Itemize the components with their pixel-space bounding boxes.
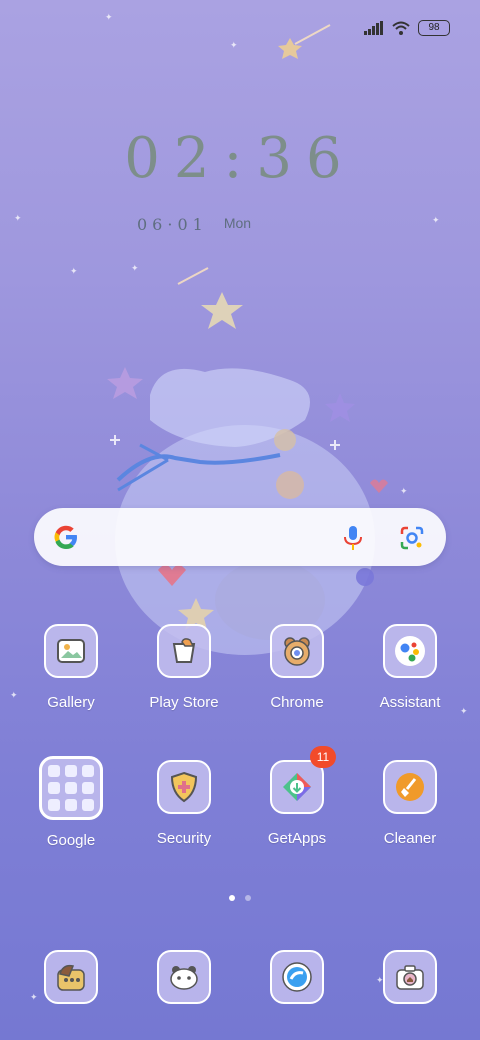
- status-bar: 98: [364, 18, 450, 38]
- app-getapps[interactable]: 11 GetApps: [247, 746, 347, 847]
- sparkle: ✦: [400, 486, 408, 496]
- app-label: Google: [46, 832, 96, 849]
- assistant-icon: [383, 624, 437, 678]
- dock-browser[interactable]: [247, 950, 347, 1004]
- sparkle: ✦: [131, 263, 139, 273]
- app-label: GetApps: [267, 830, 327, 847]
- phone-icon: [44, 950, 98, 1004]
- sparkle: ✦: [70, 266, 78, 276]
- page-indicator-active[interactable]: [229, 895, 235, 901]
- google-search-bar[interactable]: [34, 508, 446, 566]
- clock-time[interactable]: 02:36: [0, 126, 480, 191]
- app-label: Play Store: [149, 694, 219, 711]
- app-cleaner[interactable]: Cleaner: [360, 760, 460, 847]
- sparkle: ✦: [432, 215, 440, 225]
- app-label: Chrome: [270, 694, 324, 711]
- clock-weekday: Mon: [223, 215, 252, 231]
- folder-icon: [39, 756, 103, 820]
- date-row: 06·01 Mon: [137, 215, 251, 234]
- clock-date: 06·01: [137, 215, 208, 234]
- app-security[interactable]: Security: [134, 760, 234, 847]
- sparkle: ✦: [10, 690, 18, 700]
- app-play-store[interactable]: Play Store: [134, 624, 234, 711]
- app-label: Assistant: [379, 694, 441, 711]
- play-store-icon: [157, 624, 211, 678]
- app-chrome[interactable]: Chrome: [247, 624, 347, 711]
- sparkle: ✦: [230, 40, 238, 50]
- app-label: Security: [156, 830, 212, 847]
- app-assistant[interactable]: Assistant: [360, 624, 460, 711]
- gallery-icon: [44, 624, 98, 678]
- app-google-folder[interactable]: Google: [21, 756, 121, 849]
- dock-phone[interactable]: [21, 950, 121, 1004]
- app-label: Gallery: [47, 694, 95, 711]
- sparkle: ✦: [460, 706, 468, 716]
- battery-indicator: 98: [418, 20, 450, 36]
- sparkle: ✦: [105, 12, 113, 22]
- wifi-icon: [392, 21, 410, 35]
- notification-badge: 11: [310, 746, 336, 768]
- app-label: Cleaner: [383, 830, 437, 847]
- cleaner-icon: [383, 760, 437, 814]
- sparkle: ✦: [14, 213, 22, 223]
- google-logo-icon: [54, 525, 77, 549]
- browser-icon: [270, 950, 324, 1004]
- lens-icon[interactable]: [399, 525, 425, 551]
- dock-messages[interactable]: [134, 950, 234, 1004]
- signal-icon: [364, 21, 383, 35]
- getapps-icon: 11: [270, 746, 336, 814]
- dock-camera[interactable]: [360, 950, 460, 1004]
- messages-icon: [157, 950, 211, 1004]
- security-icon: [157, 760, 211, 814]
- page-indicator-inactive[interactable]: [245, 895, 251, 901]
- chrome-icon: [270, 624, 324, 678]
- app-gallery[interactable]: Gallery: [21, 624, 121, 711]
- camera-icon: [383, 950, 437, 1004]
- microphone-icon[interactable]: [342, 524, 364, 552]
